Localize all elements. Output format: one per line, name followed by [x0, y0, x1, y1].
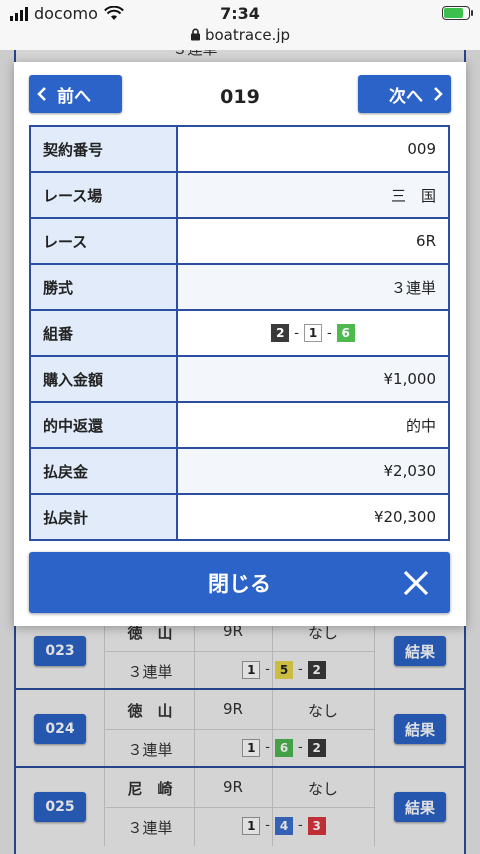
detail-row: レース場 三 国	[29, 171, 450, 219]
next-label: 次へ	[389, 86, 423, 107]
detail-value: ¥1,000	[176, 355, 450, 403]
close-label: 閉じる	[208, 571, 271, 596]
boat-1-chip: 1	[304, 324, 322, 343]
detail-value: 009	[176, 125, 450, 173]
next-button[interactable]: 次へ	[358, 75, 451, 113]
detail-label: 契約番号	[29, 125, 178, 173]
ticket-detail-modal: 前へ 019 次へ 契約番号 009 レース場 三 国 レース 6R 勝式 ３連…	[14, 62, 466, 626]
detail-value: ３連単	[176, 263, 450, 311]
detail-label: レース場	[29, 171, 178, 219]
detail-label: 組番	[29, 309, 178, 357]
url-text: boatrace.jp	[204, 26, 291, 44]
detail-value: ¥2,030	[176, 447, 450, 495]
detail-row: 組番 2-1-6	[29, 309, 450, 357]
detail-label: レース	[29, 217, 178, 265]
detail-value: 的中	[176, 401, 450, 449]
lock-icon	[190, 28, 200, 41]
detail-value: ¥20,300	[176, 493, 450, 541]
detail-row: 払戻金 ¥2,030	[29, 447, 450, 495]
detail-label: 的中返還	[29, 401, 178, 449]
detail-row: 購入金額 ¥1,000	[29, 355, 450, 403]
address-bar[interactable]: boatrace.jp	[0, 26, 480, 44]
ticket-detail-table: 契約番号 009 レース場 三 国 レース 6R 勝式 ３連単 組番 2-1-6…	[29, 125, 450, 541]
detail-value: 6R	[176, 217, 450, 265]
status-bar: docomo 7:34 boatrace.jp	[0, 0, 480, 50]
combination-value: 2-1-6	[176, 309, 450, 357]
detail-label: 購入金額	[29, 355, 178, 403]
close-icon	[403, 570, 429, 596]
battery-icon	[442, 6, 473, 20]
detail-label: 勝式	[29, 263, 178, 311]
detail-row: 勝式 ３連単	[29, 263, 450, 311]
detail-value: 三 国	[176, 171, 450, 219]
detail-row: 払戻計 ¥20,300	[29, 493, 450, 541]
status-time: 7:34	[220, 4, 260, 23]
boat-6-chip: 6	[336, 324, 355, 343]
detail-label: 払戻計	[29, 493, 178, 541]
detail-label: 払戻金	[29, 447, 178, 495]
boat-2-chip: 2	[271, 324, 290, 343]
detail-row: レース 6R	[29, 217, 450, 265]
chevron-right-icon	[434, 87, 443, 101]
detail-row: 契約番号 009	[29, 125, 450, 173]
detail-row: 的中返還 的中	[29, 401, 450, 449]
close-button[interactable]: 閉じる	[29, 552, 450, 613]
